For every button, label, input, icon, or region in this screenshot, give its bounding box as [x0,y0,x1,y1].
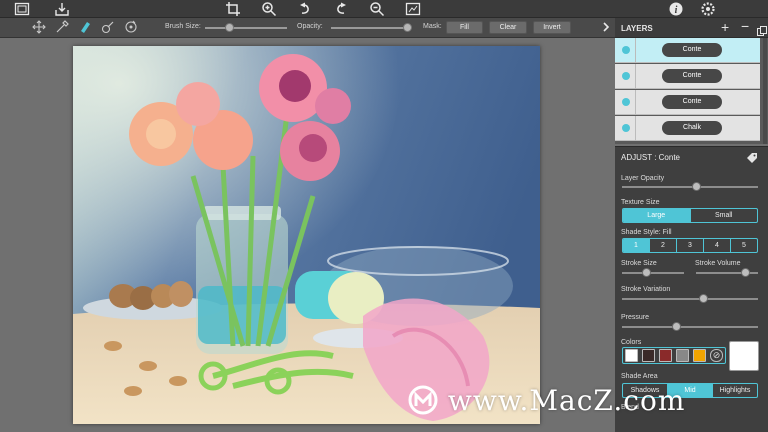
layers-scrollbar[interactable] [763,38,767,144]
app-window: i Brush Size: Opacity: Mask: Fill Clear [0,0,768,432]
layer-opacity-knob[interactable] [692,182,702,191]
redo-icon[interactable] [333,1,349,17]
smudge-icon[interactable] [100,20,116,36]
layer-visibility-dot[interactable] [622,98,630,106]
layer-opacity-slider[interactable] [622,186,758,188]
layer-name: Conte [662,95,722,109]
opacity-slider-knob[interactable] [402,23,412,32]
color-swatch[interactable] [642,349,655,362]
brush-toolbar: Brush Size: Opacity: Mask: Fill Clear In… [0,18,615,38]
current-color-swatch[interactable] [729,341,759,371]
svg-text:i: i [675,5,678,16]
layer-opacity-label: Layer Opacity [621,175,665,182]
adjust-title: ADJUST : Conte [621,153,680,162]
layers-list: Conte Conte Conte Chalk [615,38,768,144]
shade-style-option-1[interactable]: 1 [623,239,650,252]
stroke-variation-label: Stroke Variation [621,286,671,293]
layer-row[interactable]: Conte [615,90,760,115]
duplicate-icon[interactable] [757,23,767,36]
color-swatch[interactable] [659,349,672,362]
target-icon[interactable] [123,20,139,36]
opacity-slider[interactable] [331,27,411,29]
pressure-slider[interactable] [622,326,758,328]
still-life-artwork [73,46,540,424]
preset-icon[interactable] [746,151,758,163]
watermark-text: www.MacZ.com [447,384,686,417]
layer-visibility-dot[interactable] [622,72,630,80]
stroke-size-label: Stroke Size [621,260,657,267]
zoom-in-icon[interactable] [261,1,277,17]
watermark: www.MacZ.com [408,384,685,424]
layer-visibility-dot[interactable] [622,46,630,54]
mask-label: Mask: [423,23,442,30]
crop-icon[interactable] [225,1,241,17]
save-icon[interactable] [54,1,70,17]
mask-fill-button[interactable]: Fill [446,21,483,34]
texture-large-option[interactable]: Large [623,209,691,222]
artwork-canvas[interactable] [73,46,540,424]
layer-name: Conte [662,43,722,57]
add-layer-button[interactable]: + [721,19,729,35]
eraser-icon[interactable] [77,20,93,36]
pressure-label: Pressure [621,314,650,321]
fit-screen-icon[interactable] [405,1,421,17]
stroke-volume-knob[interactable] [741,268,751,277]
watermark-logo-icon [408,385,438,415]
gallery-icon[interactable] [14,1,30,17]
undo-icon[interactable] [297,1,313,17]
layer-row[interactable]: Conte [615,38,760,63]
color-swatch[interactable] [676,349,689,362]
shade-style-selector[interactable]: 1 2 3 4 5 [622,238,758,253]
shade-style-option-4[interactable]: 4 [704,239,731,252]
opacity-label: Opacity: [297,23,323,30]
zoom-out-icon[interactable] [369,1,385,17]
shade-style-option-5[interactable]: 5 [731,239,757,252]
pressure-knob[interactable] [671,322,681,331]
brush-size-slider-knob[interactable] [225,23,235,32]
brush-icon[interactable] [54,20,70,36]
remove-layer-button[interactable]: − [741,18,749,34]
shade-style-option-3[interactable]: 3 [677,239,704,252]
layers-header: LAYERS + − [615,18,768,38]
layer-row[interactable]: Chalk [615,116,760,141]
move-icon[interactable] [31,20,47,36]
color-swatch[interactable] [625,349,638,362]
stroke-variation-knob[interactable] [699,294,709,303]
brush-size-slider[interactable] [205,27,287,29]
stroke-variation-slider[interactable] [622,298,758,300]
layer-visibility-dot[interactable] [622,124,630,132]
brush-size-label: Brush Size: [165,23,201,30]
shade-area-highlights-option[interactable]: Highlights [713,384,757,397]
texture-size-label: Texture Size [621,199,660,206]
shade-area-label: Shade Area [621,373,658,380]
info-icon[interactable]: i [668,1,684,17]
mask-clear-button[interactable]: Clear [489,21,527,34]
color-swatch[interactable] [693,349,706,362]
mask-invert-button[interactable]: Invert [533,21,571,34]
shade-style-label: Shade Style: Fill [621,229,672,236]
layers-title: LAYERS [621,24,653,33]
stroke-volume-label: Stroke Volume [695,260,741,267]
stroke-size-slider[interactable] [622,272,684,274]
chevron-right-icon[interactable] [598,20,614,36]
settings-icon[interactable] [700,1,716,17]
texture-small-option[interactable]: Small [691,209,758,222]
layer-name: Chalk [662,121,722,135]
shade-style-option-2[interactable]: 2 [650,239,677,252]
texture-size-toggle[interactable]: Large Small [622,208,758,223]
stroke-size-knob[interactable] [642,268,652,277]
layer-row[interactable]: Conte [615,64,760,89]
colors-label: Colors [621,339,642,346]
layer-name: Conte [662,69,722,83]
top-toolbar: i [0,0,768,18]
eyedropper-icon[interactable]: ⊘ [710,349,723,362]
